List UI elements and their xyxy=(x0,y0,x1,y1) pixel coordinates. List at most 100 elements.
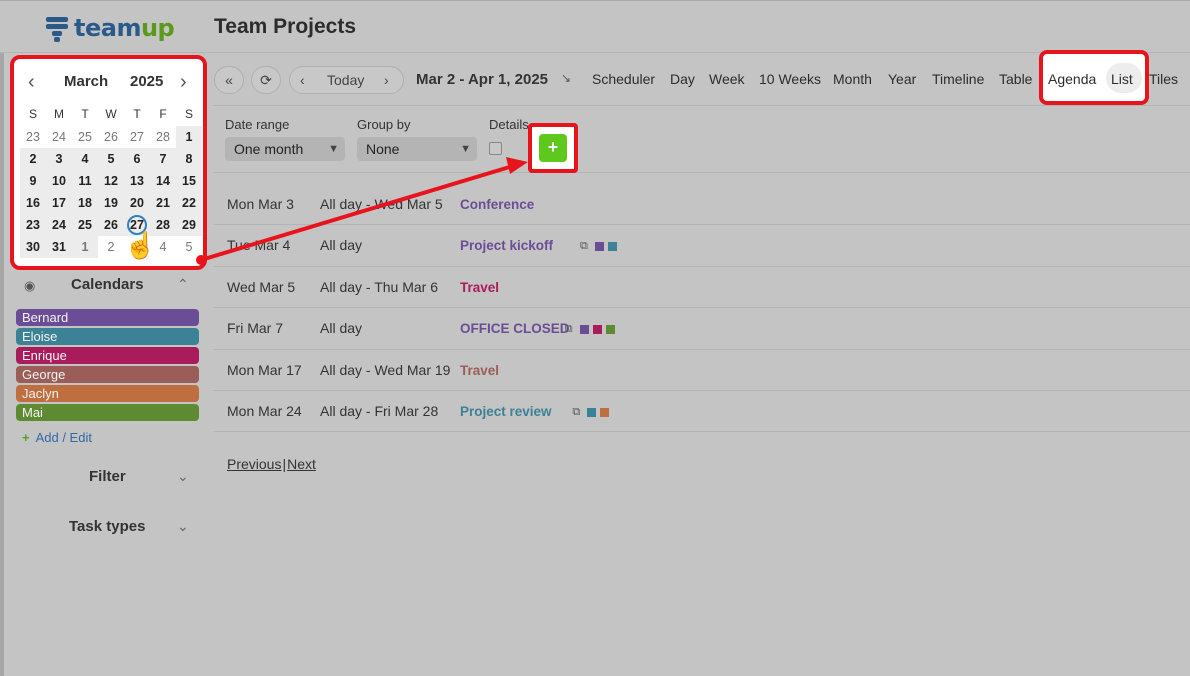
mini-calendar-day[interactable]: 29 xyxy=(176,214,202,236)
mini-calendar-day[interactable]: 2 xyxy=(98,236,124,258)
date-navigator: ‹ Today › xyxy=(289,66,404,94)
weekday-label: T xyxy=(133,107,141,121)
event-title[interactable]: Travel xyxy=(460,363,499,378)
event-row[interactable]: Mon Mar 3 All day - Wed Mar 5 Conference xyxy=(213,184,1190,226)
next-link[interactable]: Next xyxy=(287,456,316,472)
task-types-label: Task types xyxy=(69,518,146,535)
tab-table[interactable]: Table xyxy=(999,71,1032,87)
calendar-item-mai[interactable]: Mai xyxy=(16,404,199,421)
event-row[interactable]: Fri Mar 7 All day OFFICE CLOSED ⧉ xyxy=(213,308,1190,350)
mini-calendar-day[interactable]: 18 xyxy=(72,192,98,214)
mini-calendar-day[interactable]: 25 xyxy=(72,214,98,236)
mini-calendar-day[interactable]: 31 xyxy=(46,236,72,258)
tab-month[interactable]: Month xyxy=(833,71,872,87)
mini-calendar-day[interactable]: 26 xyxy=(98,214,124,236)
event-date: Tue Mar 4 xyxy=(227,237,291,254)
mini-calendar-day[interactable]: 5 xyxy=(176,236,202,258)
mini-calendar-day[interactable]: 7 xyxy=(150,148,176,170)
refresh-icon[interactable]: ⟳ xyxy=(251,66,281,94)
mini-calendar-day[interactable]: 12 xyxy=(98,170,124,192)
mini-calendar-day[interactable]: 10 xyxy=(46,170,72,192)
mini-calendar-day[interactable]: 23 xyxy=(20,214,46,236)
chevron-right-icon[interactable]: › xyxy=(384,67,389,93)
mini-calendar-month[interactable]: March xyxy=(64,73,108,90)
mini-calendar-day[interactable]: 23 xyxy=(20,126,46,148)
mini-calendar-day[interactable]: 26 xyxy=(98,126,124,148)
calendar-item-jaclyn[interactable]: Jaclyn xyxy=(16,385,199,402)
double-chevron-left-icon[interactable]: « xyxy=(214,66,244,94)
list-options-bar: Date range One month ▼ Group by None ▼ D… xyxy=(213,107,1190,173)
details-checkbox[interactable] xyxy=(489,142,502,155)
mini-calendar-day[interactable]: 5 xyxy=(98,148,124,170)
caret-down-icon[interactable]: ↘ xyxy=(561,71,571,85)
add-event-button[interactable]: + xyxy=(539,134,567,162)
group-by-select[interactable]: None ▼ xyxy=(357,137,477,161)
calendar-item-enrique[interactable]: Enrique xyxy=(16,347,199,364)
task-types-section-toggle[interactable]: Task types ⌄ xyxy=(14,517,200,539)
event-title[interactable]: Conference xyxy=(460,197,534,212)
event-row[interactable]: Mon Mar 17 All day - Wed Mar 19 Travel xyxy=(213,350,1190,391)
weekday-label: S xyxy=(28,107,37,121)
event-title[interactable]: Travel xyxy=(460,280,499,295)
date-range-label[interactable]: Mar 2 - Apr 1, 2025 xyxy=(416,71,548,88)
mini-calendar-day[interactable]: 19 xyxy=(98,192,124,214)
tab-day[interactable]: Day xyxy=(670,71,695,87)
event-time: All day xyxy=(320,237,363,254)
calendar-item-bernard[interactable]: Bernard xyxy=(16,309,199,326)
calendar-item-george[interactable]: George xyxy=(16,366,199,383)
tab-week[interactable]: Week xyxy=(709,71,745,87)
calendar-swatch xyxy=(592,325,602,335)
chevron-up-icon[interactable]: ⌃ xyxy=(177,276,189,293)
eye-icon[interactable]: ◉ xyxy=(24,278,35,294)
mini-calendar-day[interactable]: 25 xyxy=(72,126,98,148)
mini-calendar-day[interactable]: 14 xyxy=(150,170,176,192)
mini-calendar-day[interactable]: 27 xyxy=(124,126,150,148)
mini-calendar-day[interactable]: 8 xyxy=(176,148,202,170)
mini-calendar-day[interactable]: 24 xyxy=(46,214,72,236)
mini-calendar-day[interactable]: 6 xyxy=(124,148,150,170)
mini-calendar-day[interactable]: 11 xyxy=(72,170,98,192)
event-title[interactable]: OFFICE CLOSED xyxy=(460,321,570,336)
mini-calendar-day[interactable]: 22 xyxy=(176,192,202,214)
tab-year[interactable]: Year xyxy=(888,71,916,87)
today-button[interactable]: Today xyxy=(327,67,364,93)
mini-calendar-day[interactable]: 28 xyxy=(150,126,176,148)
mini-calendar-day[interactable]: 24 xyxy=(46,126,72,148)
tab-10-weeks[interactable]: 10 Weeks xyxy=(759,71,821,87)
previous-link[interactable]: Previous xyxy=(227,456,281,472)
mini-calendar-day[interactable]: 15 xyxy=(176,170,202,192)
mini-calendar-day[interactable]: 1 xyxy=(72,236,98,258)
chevron-left-icon[interactable]: ‹ xyxy=(300,67,305,93)
teamup-logo[interactable]: teamup xyxy=(46,14,175,42)
filter-section-toggle[interactable]: Filter ⌄ xyxy=(14,467,200,489)
event-title[interactable]: Project review xyxy=(460,404,552,419)
chevron-left-icon[interactable]: ‹ xyxy=(28,71,35,94)
calendar-item-eloise[interactable]: Eloise xyxy=(16,328,199,345)
mini-calendar-day[interactable]: 17 xyxy=(46,192,72,214)
mini-calendar-day[interactable]: 20 xyxy=(124,192,150,214)
event-row[interactable]: Mon Mar 24 All day - Fri Mar 28 Project re… xyxy=(213,391,1190,433)
mini-calendar-day[interactable]: 30 xyxy=(20,236,46,258)
mini-calendar-day[interactable]: 9 xyxy=(20,170,46,192)
calendars-header[interactable]: ◉ Calendars ⌃ xyxy=(14,275,200,297)
mini-calendar-day[interactable]: 16 xyxy=(20,192,46,214)
event-date: Mon Mar 17 xyxy=(227,361,302,378)
date-range-select[interactable]: One month ▼ xyxy=(225,137,345,161)
add-edit-calendars-link[interactable]: + Add / Edit xyxy=(22,430,92,445)
tab-list[interactable]: List xyxy=(1111,71,1133,87)
tab-agenda[interactable]: Agenda xyxy=(1048,71,1096,87)
tab-tiles[interactable]: Tiles xyxy=(1149,71,1178,87)
chevron-right-icon[interactable]: › xyxy=(180,71,187,94)
event-row[interactable]: Tue Mar 4 All day Project kickoff ⧉ xyxy=(213,225,1190,267)
mini-calendar-day[interactable]: 1 xyxy=(176,126,202,148)
mini-calendar-day[interactable]: 3 xyxy=(46,148,72,170)
mini-calendar-day[interactable]: 2 xyxy=(20,148,46,170)
event-title[interactable]: Project kickoff xyxy=(460,238,553,253)
mini-calendar-day[interactable]: 13 xyxy=(124,170,150,192)
mini-calendar-year[interactable]: 2025 xyxy=(130,73,163,90)
event-row[interactable]: Wed Mar 5 All day - Thu Mar 6 Travel xyxy=(213,267,1190,309)
tab-scheduler[interactable]: Scheduler xyxy=(592,71,655,87)
tab-timeline[interactable]: Timeline xyxy=(932,71,984,87)
mini-calendar-day[interactable]: 21 xyxy=(150,192,176,214)
mini-calendar-day[interactable]: 4 xyxy=(72,148,98,170)
